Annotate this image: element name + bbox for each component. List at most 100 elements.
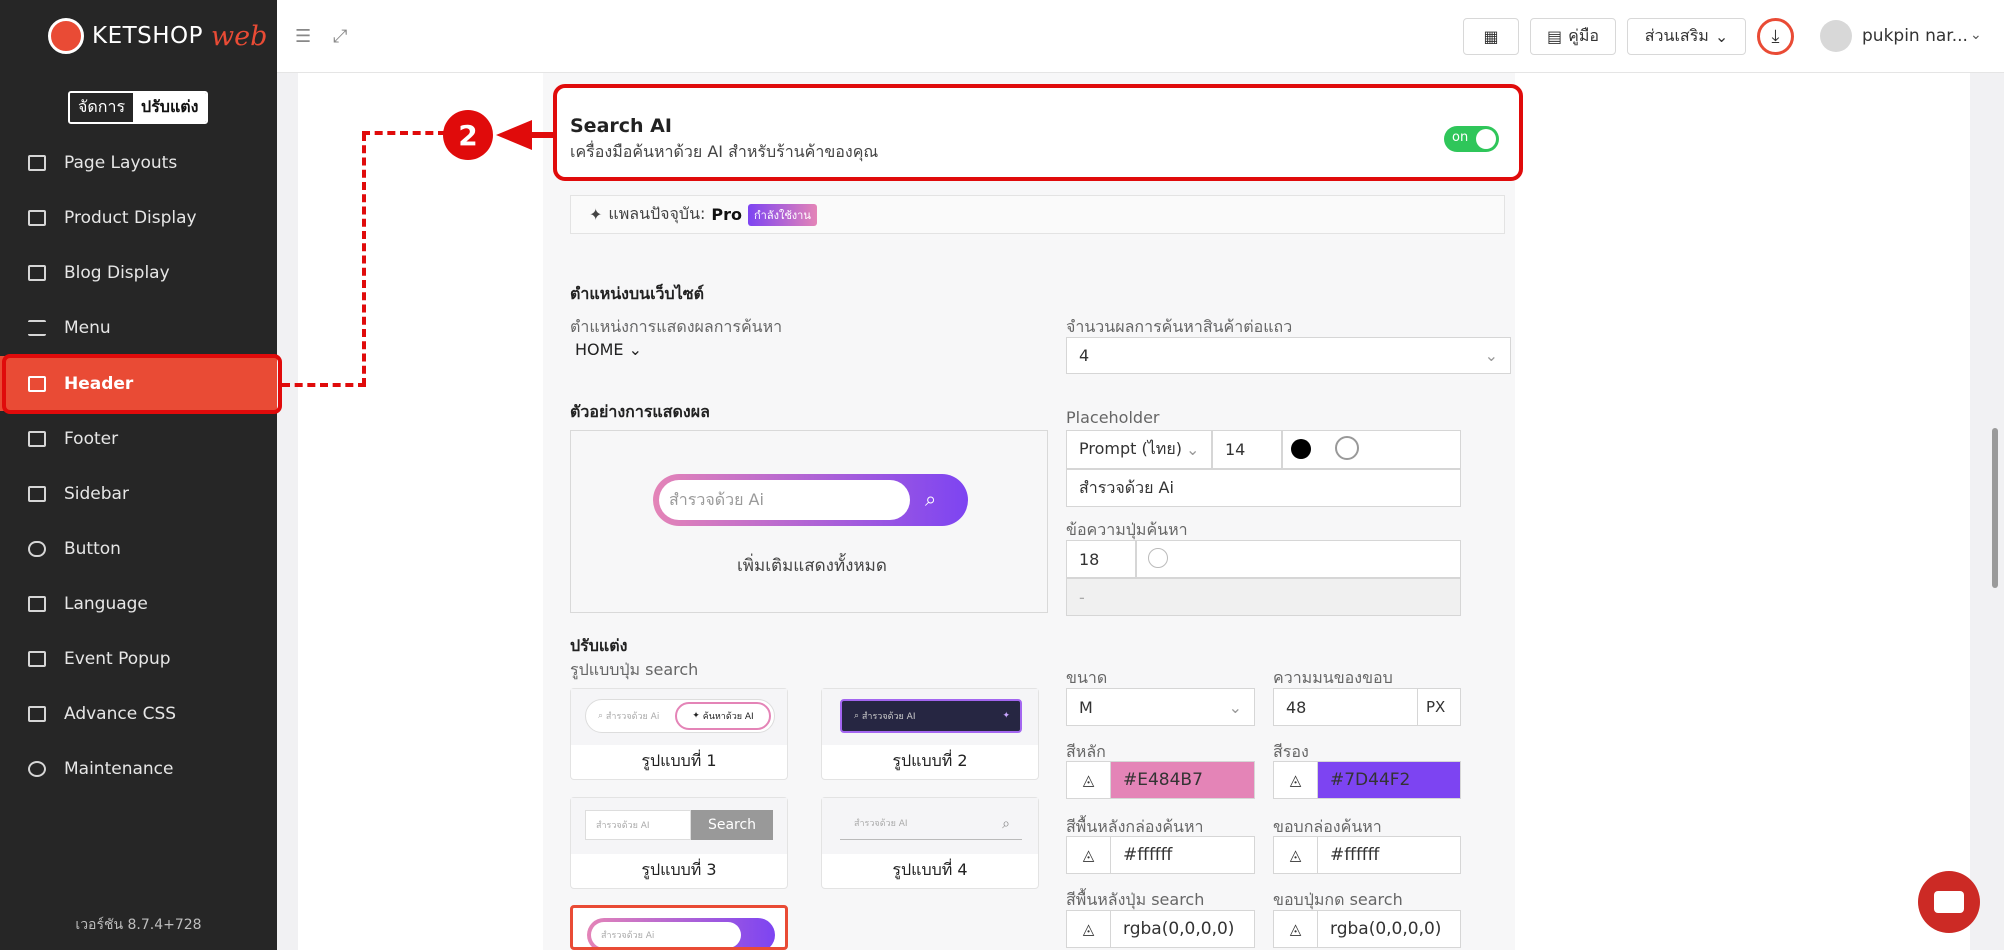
- sidebar-item-footer[interactable]: Footer: [0, 411, 277, 466]
- collapse-menu-icon[interactable]: ☰: [295, 26, 315, 47]
- search-ai-toggle[interactable]: on: [1444, 126, 1499, 152]
- placeholder-font-select[interactable]: Prompt (ไทย) ⌄: [1066, 430, 1212, 469]
- style-caption: รูปแบบที่ 2: [892, 751, 968, 770]
- sidebar-item-menu[interactable]: Menu: [0, 300, 277, 355]
- radius-unit: PX: [1417, 688, 1461, 726]
- popup-icon: [28, 650, 46, 667]
- sidebar-item-label: Maintenance: [64, 758, 174, 779]
- search-ai-subtitle: เครื่องมือค้นหาด้วย AI สำหรับร้านค้าของค…: [570, 142, 879, 161]
- version-label: เวอร์ชัน 8.7.4+728: [75, 917, 202, 933]
- toggle-label: on: [1452, 130, 1469, 145]
- primary-color-input[interactable]: ◬ #E484B7: [1066, 761, 1255, 799]
- placeholder-size-input[interactable]: 14: [1212, 430, 1282, 469]
- book-icon: ▤: [1547, 27, 1563, 46]
- brand-logo[interactable]: KETSHOP web: [48, 18, 267, 54]
- sidebar-item-label: Sidebar: [64, 483, 129, 504]
- display-position-select[interactable]: HOME ⌄: [575, 340, 642, 359]
- style-option-4[interactable]: สำรวจด้วย AI ⌕ รูปแบบที่ 4: [821, 797, 1039, 889]
- username[interactable]: pukpin nar...: [1862, 26, 1968, 46]
- per-row-value: 4: [1079, 346, 1090, 365]
- blog-icon: [28, 264, 46, 281]
- style-2-placeholder: สำรวจด้วย AI: [861, 712, 916, 722]
- plan-name: Pro: [711, 205, 743, 224]
- button-text-size-input[interactable]: 18: [1066, 540, 1136, 578]
- sidebar-item-advance-css[interactable]: Advance CSS: [0, 686, 277, 741]
- style-preview: สำรวจด้วย AI ⌕: [822, 798, 1038, 854]
- annotation-step-badge: 2: [443, 110, 493, 160]
- box-border-input[interactable]: ◬ #ffffff: [1273, 836, 1461, 874]
- per-row-select[interactable]: 4 ⌄: [1066, 337, 1511, 374]
- button-border-input[interactable]: ◬ rgba(0,0,0,0): [1273, 910, 1461, 948]
- box-bg-input[interactable]: ◬ #ffffff: [1066, 836, 1255, 874]
- preview-show-all: เพิ่มเติมแสดงทั้งหมด: [737, 556, 887, 576]
- sidebar-item-event-popup[interactable]: Event Popup: [0, 631, 277, 686]
- mode-manage-tab[interactable]: จัดการ: [70, 93, 134, 122]
- style-option-1[interactable]: ⌕ สำรวจด้วย Ai ✦ ค้นหาด้วย AI รูปแบบที่ …: [570, 688, 788, 780]
- button-bg-input[interactable]: ◬ rgba(0,0,0,0): [1066, 910, 1255, 948]
- chat-button[interactable]: [1918, 871, 1980, 933]
- bug-icon: [28, 760, 46, 777]
- chevron-down-icon: ⌄: [1484, 346, 1498, 365]
- sidebar-item-label: Event Popup: [64, 648, 171, 669]
- sparkle-icon: ✦: [589, 205, 603, 224]
- sidebar-item-label: Product Display: [64, 207, 197, 228]
- style-option-2[interactable]: ⌕ สำรวจด้วย AI ✦ รูปแบบที่ 2: [821, 688, 1039, 780]
- placeholder-text-value: สำรวจด้วย Ai: [1079, 477, 1174, 497]
- chevron-down-icon: ⌄: [628, 340, 643, 359]
- sidebar-item-sidebar[interactable]: Sidebar: [0, 466, 277, 521]
- button-text-color-picker[interactable]: [1148, 548, 1168, 568]
- preview-search-input: สำรวจด้วย Ai: [659, 480, 910, 520]
- position-section-title: ตำแหน่งบนเว็บไซต์: [570, 284, 704, 303]
- style-1-ai-label: ค้นหาด้วย AI: [702, 712, 754, 722]
- annotation-connector: [282, 383, 366, 387]
- sidebar-item-blog-display[interactable]: Blog Display: [0, 245, 277, 300]
- sidebar: KETSHOP web จัดการ ปรับแต่ง Page Layouts …: [0, 0, 277, 950]
- addons-dropdown[interactable]: ส่วนเสริม ⌄: [1627, 18, 1746, 55]
- logo-web: web: [211, 20, 268, 52]
- guide-button[interactable]: ▤ คู่มือ: [1530, 18, 1616, 55]
- sparkle-icon: ✦: [1002, 711, 1010, 721]
- radius-input[interactable]: 48: [1273, 688, 1418, 726]
- chevron-down-icon: ⌄: [1228, 697, 1242, 717]
- emoji-icon[interactable]: [1335, 436, 1359, 460]
- mode-customize-tab[interactable]: ปรับแต่ง: [133, 93, 207, 122]
- paint-bucket-icon: ◬: [1274, 911, 1318, 947]
- size-value: M: [1079, 697, 1093, 717]
- avatar[interactable]: [1820, 20, 1852, 52]
- style-option-3[interactable]: สำรวจด้วย AI Search รูปแบบที่ 3: [570, 797, 788, 889]
- button-text-input[interactable]: -: [1066, 578, 1461, 616]
- placeholder-color-picker[interactable]: [1291, 439, 1311, 459]
- button-bg-value: rgba(0,0,0,0): [1123, 919, 1235, 939]
- paint-bucket-icon: ◬: [1067, 762, 1111, 798]
- sidebar-item-product-display[interactable]: Product Display: [0, 190, 277, 245]
- language-icon: [28, 595, 46, 612]
- secondary-color-input[interactable]: ◬ #7D44F2: [1273, 761, 1461, 799]
- sidebar-item-button[interactable]: Button: [0, 521, 277, 576]
- language-switch-button[interactable]: ▦: [1463, 18, 1519, 55]
- style-preview: ⌕ สำรวจด้วย AI ✦: [822, 689, 1038, 745]
- style-4-placeholder: สำรวจด้วย AI: [854, 819, 908, 829]
- mode-toggle: จัดการ ปรับแต่ง: [68, 91, 209, 124]
- plan-label: แพลนปัจจุบัน:: [608, 204, 706, 223]
- sidebar-item-language[interactable]: Language: [0, 576, 277, 631]
- chat-icon: [1934, 891, 1964, 913]
- sidebar-item-page-layouts[interactable]: Page Layouts: [0, 135, 277, 190]
- scrollbar-thumb[interactable]: [1992, 428, 1998, 588]
- display-position-label: ตำแหน่งการแสดงผลการค้นหา: [570, 317, 783, 336]
- style-option-5[interactable]: สำรวจด้วย Ai: [570, 905, 788, 950]
- preview-section-title: ตัวอย่างการแสดงผล: [570, 402, 710, 421]
- sidebar-item-label: Advance CSS: [64, 703, 177, 724]
- search-icon: ⌕: [598, 711, 604, 721]
- download-button[interactable]: ⤓: [1757, 18, 1794, 55]
- chevron-down-icon: ⌄: [1714, 27, 1729, 46]
- fullscreen-icon[interactable]: ⤢: [333, 26, 353, 47]
- logo-mascot-icon: [48, 18, 84, 54]
- chevron-down-icon[interactable]: ⌄: [1970, 27, 1982, 43]
- style-caption: รูปแบบที่ 3: [641, 860, 717, 879]
- sidebar-item-label: Blog Display: [64, 262, 170, 283]
- grid-icon: [28, 209, 46, 226]
- placeholder-text-input[interactable]: สำรวจด้วย Ai: [1066, 469, 1461, 507]
- size-select[interactable]: M ⌄: [1066, 688, 1255, 726]
- sidebar-item-maintenance[interactable]: Maintenance: [0, 741, 277, 796]
- annotation-highlight-header: [2, 354, 282, 414]
